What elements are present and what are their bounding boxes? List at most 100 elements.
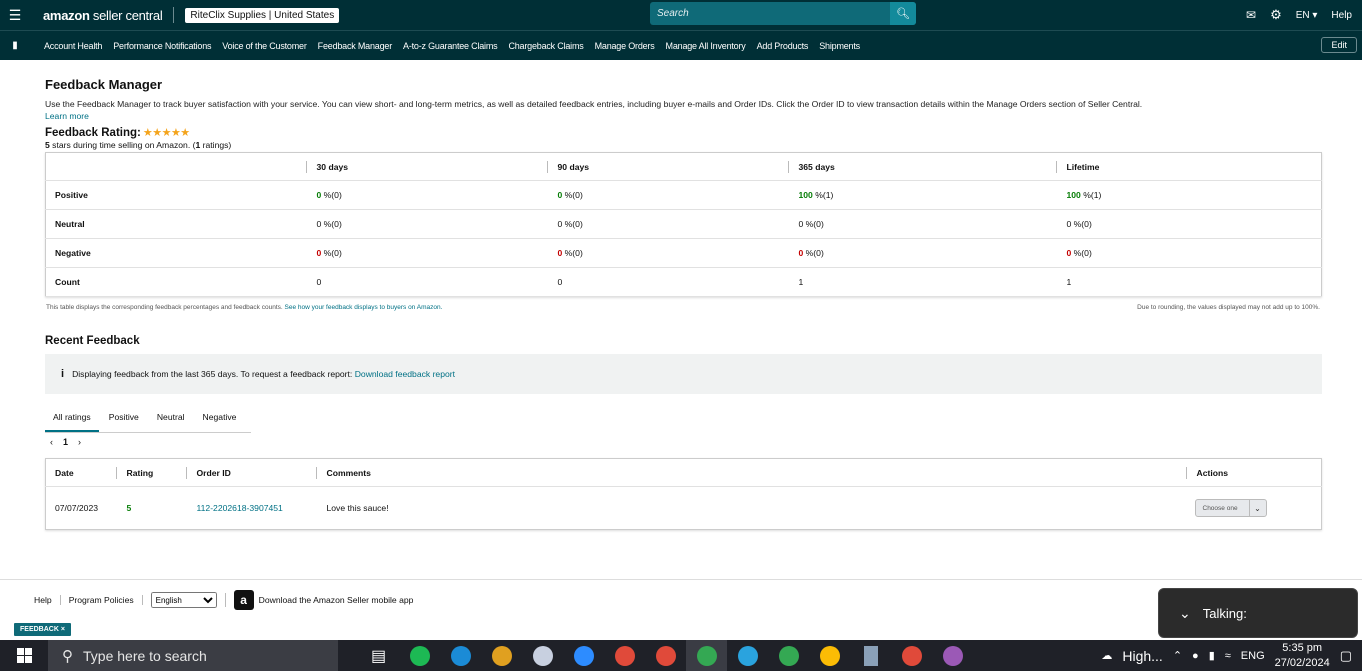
task-view-icon[interactable]: ▤ (358, 640, 399, 671)
battery-icon[interactable]: ▮ (1209, 649, 1215, 662)
summary-row-neutral: Neutral 0 %(0) 0 %(0) 0 %(0) 0 %(0) (45, 209, 1322, 239)
keyboard-language[interactable]: ENG (1241, 650, 1265, 662)
order-id-link[interactable]: 112-2202618-3907451 (197, 503, 283, 513)
weather-icon[interactable]: ☁ (1101, 649, 1112, 662)
row-label-count: Count (45, 267, 306, 297)
app-icon[interactable] (481, 640, 522, 671)
spotify-icon[interactable] (399, 640, 440, 671)
next-page-icon[interactable]: › (78, 437, 81, 447)
positive-30-pct: %(0) (321, 190, 342, 200)
telegram-icon[interactable] (727, 640, 768, 671)
col-30-days: 30 days (305, 160, 348, 173)
learn-more-link[interactable]: Learn more (45, 111, 89, 121)
search-input[interactable] (650, 8, 890, 19)
negative-90-pct: %(0) (562, 248, 583, 258)
hamburger-menu-icon[interactable]: ☰ (0, 7, 30, 24)
tab-positive[interactable]: Positive (101, 410, 147, 432)
top-bar: ☰ amazon seller central RiteClix Supplie… (0, 0, 1362, 30)
tab-neutral[interactable]: Neutral (149, 410, 193, 432)
tab-negative[interactable]: Negative (195, 410, 245, 432)
calculator-icon[interactable] (850, 640, 891, 671)
positive-365-pct: %(1) (812, 190, 834, 200)
page-title: Feedback Manager (45, 77, 163, 92)
nav-item-a-to-z-claims[interactable]: A-to-z Guarantee Claims (403, 41, 498, 51)
system-tray: ☁ High... ⌃ ● ▮ ≈ ENG 5:35 pm 27/02/2024… (1101, 640, 1362, 671)
chrome-icon[interactable] (686, 640, 727, 671)
clock-time: 5:35 pm (1282, 641, 1323, 654)
taskbar-search[interactable]: ⚲ Type here to search (48, 640, 338, 671)
description-text: Use the Feedback Manager to track buyer … (45, 99, 1143, 109)
see-feedback-link[interactable]: See how your feedback displays to buyers… (285, 304, 443, 311)
download-report-link[interactable]: Download feedback report (355, 369, 455, 379)
feedback-rating-cell: 5 (116, 487, 186, 530)
feedback-tag[interactable]: FEEDBACK × (14, 623, 71, 636)
chrome-icon[interactable] (604, 640, 645, 671)
chevron-up-icon[interactable]: ⌃ (1173, 649, 1182, 662)
weather-text[interactable]: High... (1122, 648, 1162, 664)
bookmark-icon[interactable]: ▮ (0, 40, 30, 51)
chrome-icon[interactable] (932, 640, 973, 671)
summary-row-count: Count 0 0 1 1 (45, 267, 1322, 297)
feedback-rating-label: Feedback Rating: (45, 126, 141, 139)
app-icon[interactable] (522, 640, 563, 671)
logo-subtext: seller central (89, 7, 163, 23)
chevron-down-icon[interactable]: ⌄ (1179, 605, 1191, 622)
search-button[interactable]: 🔍︎ (890, 2, 916, 25)
nav-item-feedback-manager[interactable]: Feedback Manager (318, 41, 393, 51)
talking-panel[interactable]: ⌄ Talking: (1158, 588, 1358, 638)
taskbar-search-placeholder: Type here to search (83, 647, 207, 664)
nav-item-account-health[interactable]: Account Health (44, 41, 102, 51)
summary-header-empty (45, 152, 306, 181)
divider (173, 7, 175, 23)
col-comments-label: Comments (315, 466, 371, 479)
row-label-negative: Negative (45, 238, 306, 268)
nav-item-add-products[interactable]: Add Products (757, 41, 809, 51)
zoom-icon[interactable] (563, 640, 604, 671)
gear-icon[interactable]: ⚙ (1270, 7, 1282, 23)
action-dropdown[interactable]: Choose one ⌄ (1194, 499, 1267, 517)
neutral-365: 0 %(0) (787, 209, 1056, 239)
amazon-app-icon[interactable]: a (233, 590, 254, 610)
seller-central-logo[interactable]: amazon seller central (43, 7, 163, 23)
nav-item-manage-orders[interactable]: Manage Orders (595, 41, 655, 51)
chrome-icon[interactable] (645, 640, 686, 671)
negative-90: 0 %(0) (546, 238, 788, 268)
prev-page-icon[interactable]: ‹ (50, 437, 53, 447)
windows-start-icon[interactable] (0, 640, 48, 671)
tab-all-ratings[interactable]: All ratings (45, 410, 99, 432)
positive-30: 0 %(0) (305, 180, 547, 210)
col-365-days: 365 days (787, 160, 835, 173)
microphone-icon[interactable]: ● (1192, 650, 1199, 662)
chrome-icon[interactable] (891, 640, 932, 671)
notification-icon[interactable]: ▢ (1340, 648, 1352, 664)
chrome-icon[interactable] (809, 640, 850, 671)
wifi-icon[interactable]: ≈ (1225, 650, 1231, 662)
chrome-icon[interactable] (768, 640, 809, 671)
recent-feedback-title: Recent Feedback (45, 335, 140, 347)
help-link[interactable]: Help (1331, 10, 1352, 21)
footer-links: Help Program Policies English a Download… (34, 590, 413, 610)
download-app-link[interactable]: Download the Amazon Seller mobile app (259, 595, 414, 605)
positive-lifetime: 100 %(1) (1055, 180, 1322, 210)
footer-language-select[interactable]: English (150, 592, 217, 608)
nav-item-shipments[interactable]: Shipments (819, 41, 860, 51)
edit-nav-button[interactable]: Edit (1321, 37, 1357, 53)
page-number[interactable]: 1 (63, 437, 68, 447)
mail-icon[interactable]: ✉ (1246, 8, 1256, 22)
positive-365-num: 100 (798, 190, 813, 200)
neutral-90: 0 %(0) (546, 209, 788, 239)
summary-header-row: 30 days 90 days 365 days Lifetime (45, 152, 1322, 181)
nav-item-chargeback-claims[interactable]: Chargeback Claims (508, 41, 583, 51)
logo-text: amazon (43, 7, 90, 23)
clock[interactable]: 5:35 pm 27/02/2024 (1275, 641, 1330, 671)
edge-icon[interactable] (440, 640, 481, 671)
footer-help-link[interactable]: Help (34, 595, 61, 605)
program-policies-link[interactable]: Program Policies (69, 595, 143, 605)
nav-item-performance-notifications[interactable]: Performance Notifications (113, 41, 211, 51)
store-selector[interactable]: RiteClix Supplies | United States (185, 7, 340, 23)
feedback-date: 07/07/2023 (55, 503, 99, 513)
divider (224, 593, 226, 607)
language-selector[interactable]: EN ▾ (1296, 10, 1318, 21)
nav-item-manage-inventory[interactable]: Manage All Inventory (666, 41, 746, 51)
nav-item-voice-of-customer[interactable]: Voice of the Customer (222, 41, 307, 51)
